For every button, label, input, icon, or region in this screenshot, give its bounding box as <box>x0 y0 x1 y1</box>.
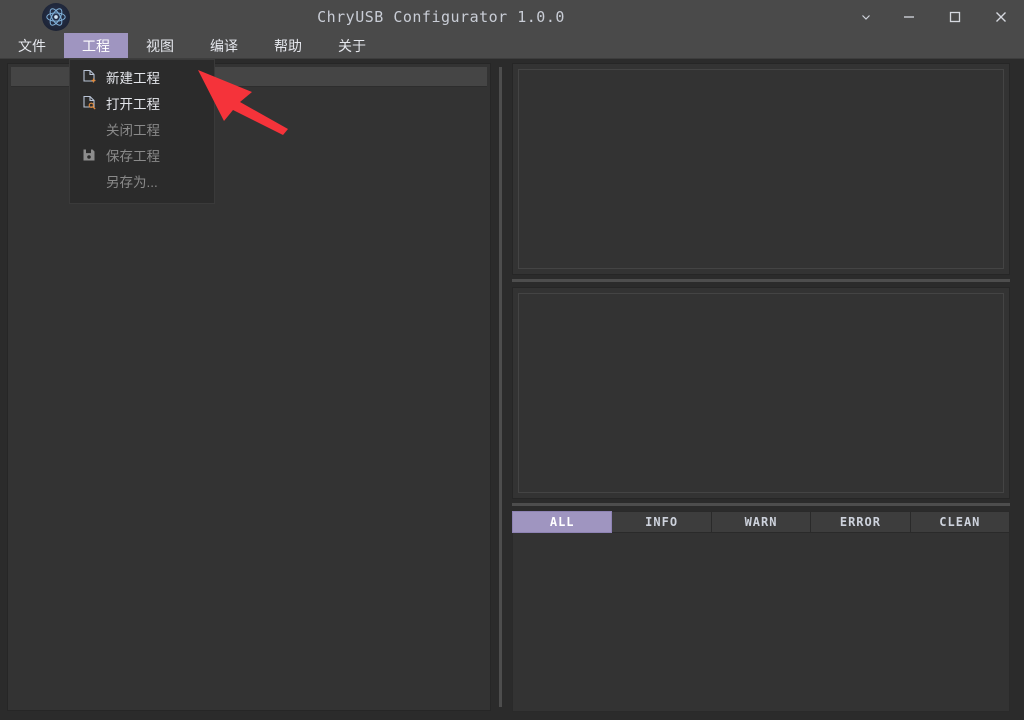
menu-option-close-project: 关闭工程 <box>70 116 214 142</box>
menu-item-label: 视图 <box>146 36 174 56</box>
window-title: ChryUSB Configurator 1.0.0 <box>36 8 846 26</box>
log-tab-error[interactable]: ERROR <box>811 511 910 533</box>
menu-option-label: 另存为... <box>106 171 158 191</box>
close-icon[interactable] <box>978 0 1024 33</box>
log-output[interactable] <box>512 533 1010 712</box>
menu-item-label: 编译 <box>210 36 238 56</box>
maximize-icon[interactable] <box>932 0 978 33</box>
menu-item-view[interactable]: 视图 <box>128 33 192 58</box>
menu-bar: 文件 工程 视图 编译 帮助 关于 <box>0 33 1024 59</box>
titlebar-dropdown-button[interactable] <box>846 0 886 33</box>
empty-icon-slot <box>78 172 100 190</box>
log-tab-warn[interactable]: WARN <box>712 511 811 533</box>
menu-option-label: 关闭工程 <box>106 119 160 139</box>
log-tab-info[interactable]: INFO <box>612 511 711 533</box>
save-icon <box>78 146 100 164</box>
right-column: ALL INFO WARN ERROR CLEAN <box>505 59 1017 720</box>
open-file-icon <box>78 94 100 112</box>
menu-option-save-project: 保存工程 <box>70 142 214 168</box>
detail-panel[interactable] <box>512 287 1010 499</box>
log-tab-label: ALL <box>550 515 575 529</box>
log-tab-bar: ALL INFO WARN ERROR CLEAN <box>512 511 1010 533</box>
horizontal-splitter-bottom[interactable] <box>512 499 1010 509</box>
menu-option-open-project[interactable]: 打开工程 <box>70 90 214 116</box>
vertical-splitter-handle[interactable] <box>499 67 502 707</box>
log-tab-clean[interactable]: CLEAN <box>911 511 1010 533</box>
menu-item-help[interactable]: 帮助 <box>256 33 320 58</box>
menu-item-label: 工程 <box>82 36 110 56</box>
log-tab-label: WARN <box>745 515 778 529</box>
menu-option-save-as: 另存为... <box>70 168 214 194</box>
atom-icon <box>42 3 70 31</box>
minimize-icon[interactable] <box>886 0 932 33</box>
empty-icon-slot <box>78 120 100 138</box>
menu-item-about[interactable]: 关于 <box>320 33 384 58</box>
menu-option-label: 保存工程 <box>106 145 160 165</box>
detail-panel-body[interactable] <box>518 293 1004 493</box>
title-bar: ChryUSB Configurator 1.0.0 <box>0 0 1024 33</box>
horizontal-splitter-top[interactable] <box>512 275 1010 285</box>
log-tab-label: INFO <box>645 515 678 529</box>
horizontal-splitter-top-handle[interactable] <box>512 279 1010 282</box>
properties-panel-body[interactable] <box>518 69 1004 269</box>
log-tab-label: ERROR <box>840 515 881 529</box>
log-tab-all[interactable]: ALL <box>512 511 612 533</box>
menu-item-label: 关于 <box>338 36 366 56</box>
log-panel: ALL INFO WARN ERROR CLEAN <box>512 511 1010 716</box>
log-tab-label: CLEAN <box>939 515 980 529</box>
menu-item-build[interactable]: 编译 <box>192 33 256 58</box>
menu-item-label: 帮助 <box>274 36 302 56</box>
menu-item-project[interactable]: 工程 <box>64 33 128 58</box>
vertical-splitter[interactable] <box>495 63 505 711</box>
horizontal-splitter-bottom-handle[interactable] <box>512 503 1010 506</box>
menu-item-file[interactable]: 文件 <box>0 33 64 58</box>
properties-panel[interactable] <box>512 63 1010 275</box>
menu-item-label: 文件 <box>18 36 46 56</box>
new-file-icon <box>78 68 100 86</box>
menu-option-label: 新建工程 <box>106 67 160 87</box>
menu-option-label: 打开工程 <box>106 93 160 113</box>
menu-option-new-project[interactable]: 新建工程 <box>70 64 214 90</box>
window-controls <box>846 0 1024 33</box>
project-menu-dropdown: 新建工程 打开工程 关闭工程 保存工程 另存为... <box>69 59 215 204</box>
